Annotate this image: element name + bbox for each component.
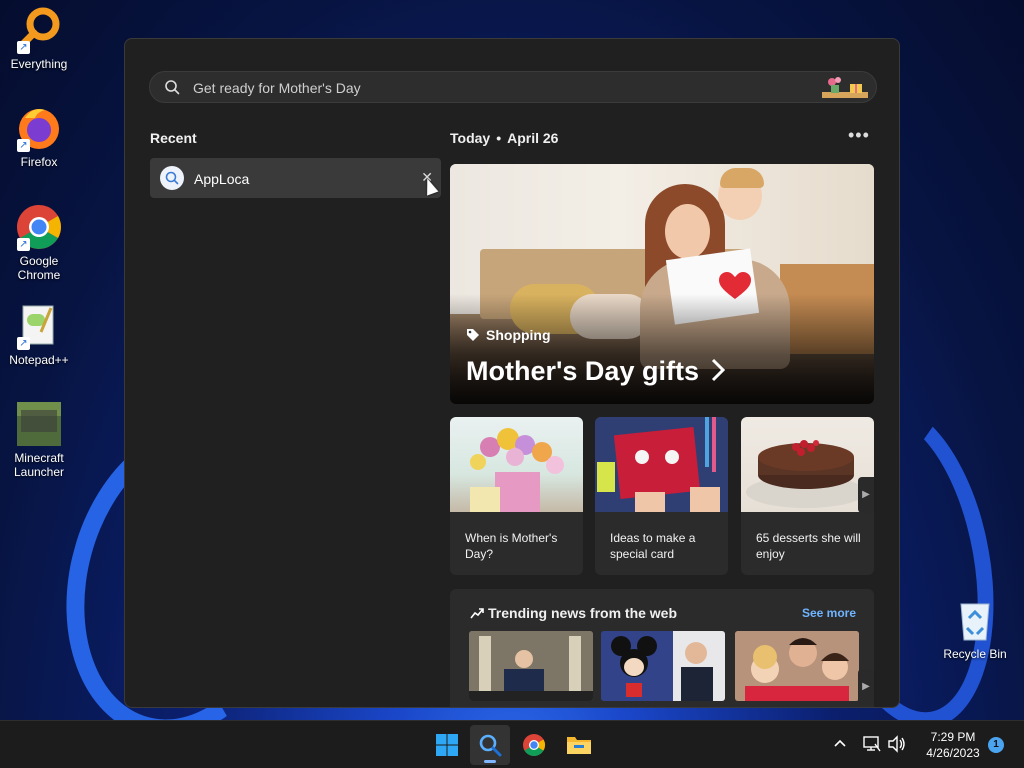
notification-badge[interactable]: 1 bbox=[988, 737, 1004, 753]
trending-icon bbox=[470, 608, 484, 619]
hero-tag: Shopping bbox=[466, 327, 551, 343]
desktop-icon-label: Recycle Bin bbox=[943, 647, 1007, 661]
card-ideas-special-card[interactable]: Ideas to make a special card bbox=[595, 417, 728, 575]
shortcut-arrow-icon: ↗ bbox=[17, 337, 30, 350]
clock-date: 4/26/2023 bbox=[926, 746, 980, 760]
trending-news-section: Trending news from the web See more ▶ bbox=[450, 589, 874, 707]
recent-item-label: AppLoca bbox=[194, 171, 250, 187]
minecraft-icon bbox=[15, 400, 63, 448]
search-icon bbox=[165, 80, 180, 95]
taskbar-chrome-button[interactable] bbox=[514, 725, 554, 765]
windows-start-icon bbox=[436, 734, 458, 756]
recent-search-icon bbox=[160, 166, 184, 190]
news-thumbnail-3[interactable] bbox=[735, 631, 859, 701]
notepadpp-icon: ↗ bbox=[15, 302, 63, 350]
desktop-icon-everything[interactable]: ↗ Everything bbox=[1, 6, 77, 71]
today-date: April 26 bbox=[507, 130, 559, 146]
flowers-gift-icon bbox=[822, 77, 868, 98]
desktop-icon-chrome[interactable]: ↗ Google Chrome bbox=[1, 203, 77, 282]
hero-gradient-overlay bbox=[450, 294, 874, 404]
start-button[interactable] bbox=[427, 725, 467, 765]
shortcut-arrow-icon: ↗ bbox=[17, 41, 30, 54]
clock-time: 7:29 PM bbox=[930, 730, 976, 744]
card-thumbnail-craft bbox=[595, 417, 728, 512]
card-text: 65 desserts she will enjoy bbox=[756, 531, 861, 561]
today-heading: Today • April 26 bbox=[450, 130, 558, 146]
shortcut-arrow-icon: ↗ bbox=[17, 139, 30, 152]
hero-title-text: Mother's Day gifts bbox=[466, 356, 699, 386]
search-placeholder: Get ready for Mother's Day bbox=[193, 80, 361, 96]
volume-icon[interactable] bbox=[887, 735, 907, 753]
system-clock[interactable]: 7:29 PM 4/26/2023 bbox=[918, 729, 988, 761]
search-flyout-panel: Get ready for Mother's Day Recent AppLoc… bbox=[124, 38, 900, 708]
desktop-icon-label: Google Chrome bbox=[17, 254, 61, 282]
news-thumbnail-1[interactable] bbox=[469, 631, 593, 701]
card-thumbnail-cake bbox=[741, 417, 874, 512]
shortcut-arrow-icon: ↗ bbox=[17, 238, 30, 251]
card-65-desserts[interactable]: 65 desserts she will enjoy ▶ bbox=[741, 417, 874, 575]
card-thumbnail-flowers bbox=[450, 417, 583, 512]
card-text: When is Mother's Day? bbox=[465, 531, 558, 561]
trending-title: Trending news from the web bbox=[470, 605, 677, 621]
see-more-link[interactable]: See more bbox=[802, 606, 856, 620]
everything-icon: ↗ bbox=[15, 6, 63, 54]
hero-image-child-hair bbox=[720, 168, 764, 188]
desktop-icon-firefox[interactable]: ↗ Firefox bbox=[1, 104, 77, 169]
today-label: Today bbox=[450, 130, 491, 146]
card-when-is-mothers-day[interactable]: When is Mother's Day? bbox=[450, 417, 583, 575]
more-icon[interactable]: ••• bbox=[848, 125, 870, 146]
recycle-bin-icon bbox=[951, 596, 999, 644]
chrome-icon: ↗ bbox=[15, 203, 63, 251]
tag-icon bbox=[467, 329, 479, 341]
desktop-icon-notepadpp[interactable]: ↗ Notepad++ bbox=[1, 302, 77, 367]
taskbar-search-button[interactable] bbox=[470, 725, 510, 765]
chrome-icon bbox=[523, 734, 545, 756]
desktop-icon-label: Firefox bbox=[20, 155, 58, 169]
taskbar: 7:29 PM 4/26/2023 1 bbox=[0, 720, 1024, 768]
desktop-icon-recycle-bin[interactable]: Recycle Bin bbox=[937, 596, 1013, 661]
search-input[interactable]: Get ready for Mother's Day bbox=[149, 71, 877, 103]
firefox-icon: ↗ bbox=[15, 104, 63, 152]
recent-search-item[interactable]: AppLoca ✕ bbox=[150, 158, 441, 198]
chevron-up-icon[interactable] bbox=[833, 736, 847, 750]
desktop-icon-label: Everything bbox=[10, 57, 68, 71]
carousel-next-button[interactable]: ▶ bbox=[858, 477, 874, 513]
chevron-right-icon bbox=[711, 358, 725, 382]
desktop-icon-minecraft-launcher[interactable]: Minecraft Launcher bbox=[1, 400, 77, 479]
network-icon[interactable] bbox=[862, 735, 882, 753]
hero-card[interactable]: Shopping Mother's Day gifts bbox=[450, 164, 874, 404]
hero-tag-label: Shopping bbox=[486, 327, 551, 343]
hero-title[interactable]: Mother's Day gifts bbox=[466, 356, 725, 387]
desktop-icon-label: Notepad++ bbox=[9, 353, 69, 367]
separator-dot: • bbox=[496, 130, 502, 146]
taskbar-file-explorer-button[interactable] bbox=[558, 725, 598, 765]
hero-image-mother-face bbox=[665, 204, 710, 259]
trending-next-button[interactable]: ▶ bbox=[858, 669, 874, 705]
trending-title-text: Trending news from the web bbox=[488, 605, 678, 621]
recent-heading: Recent bbox=[150, 130, 197, 146]
card-text: Ideas to make a special card bbox=[610, 531, 696, 561]
search-icon bbox=[479, 734, 502, 757]
file-explorer-icon bbox=[567, 737, 591, 754]
desktop-icon-label: Minecraft Launcher bbox=[13, 451, 65, 479]
news-thumbnail-2[interactable] bbox=[601, 631, 725, 701]
